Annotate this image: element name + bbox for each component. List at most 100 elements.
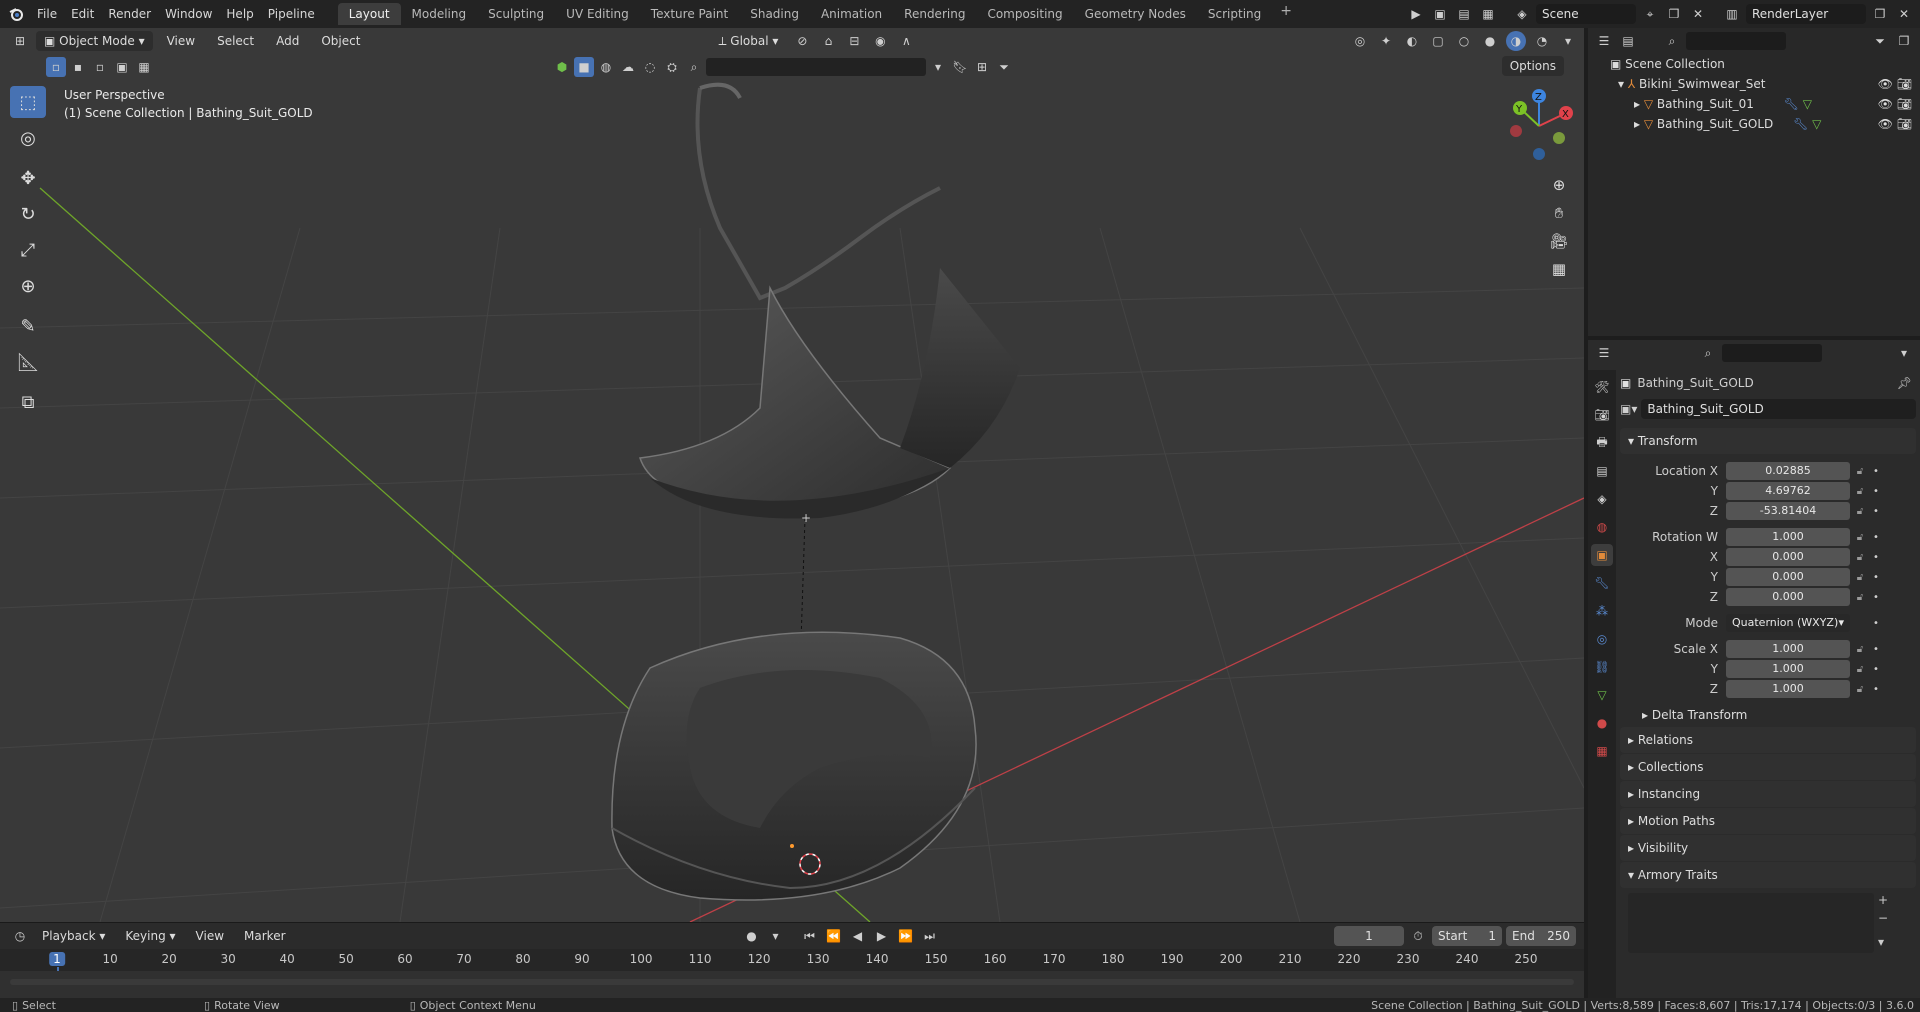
transform-tool-icon[interactable]: ⊕ xyxy=(10,270,46,302)
texture-tab-icon[interactable]: ▦ xyxy=(1591,740,1613,762)
armory-traits-panel-header[interactable]: ▾ Armory Traits xyxy=(1620,862,1916,888)
outliner-search-icon[interactable]: ⌕ xyxy=(1662,31,1682,51)
3d-viewport[interactable]: + ⊞ ▣ Object Mode ▾ View Select Add Obje… xyxy=(0,28,1584,922)
globe-icon[interactable]: ◌ xyxy=(640,57,660,77)
menu-add[interactable]: Add xyxy=(268,34,307,48)
camera-toggle-icon[interactable]: 📷︎ xyxy=(1897,77,1912,91)
collapse-arrow-icon[interactable]: ▸ xyxy=(1634,117,1644,131)
new-scene-icon[interactable]: ❐ xyxy=(1664,4,1684,24)
tab-geometry-nodes[interactable]: Geometry Nodes xyxy=(1074,3,1197,25)
tab-compositing[interactable]: Compositing xyxy=(976,3,1073,25)
tab-uv-editing[interactable]: UV Editing xyxy=(555,3,640,25)
rotation-y-field[interactable]: 0.000 xyxy=(1726,568,1850,586)
record-icon[interactable]: ● xyxy=(742,926,762,946)
data-tab-icon[interactable]: ▽ xyxy=(1591,684,1613,706)
keyframe-dot-icon[interactable]: • xyxy=(1870,486,1882,497)
play-render-icon[interactable]: ▶ xyxy=(1406,4,1426,24)
menu-render[interactable]: Render xyxy=(101,3,158,25)
cloud-icon[interactable]: ☁ xyxy=(618,57,638,77)
record-options-icon[interactable]: ▾ xyxy=(766,926,786,946)
visibility-panel-header[interactable]: ▸ Visibility xyxy=(1620,835,1916,861)
snap-icon[interactable]: ⌂ xyxy=(818,31,838,51)
tab-sculpting[interactable]: Sculpting xyxy=(477,3,555,25)
play-reverse-icon[interactable]: ◀ xyxy=(848,926,868,946)
trait-menu-icon[interactable]: ▾ xyxy=(1878,935,1888,949)
lock-icon[interactable]: 🔓︎ xyxy=(1850,532,1870,543)
timeline-editor-type-icon[interactable]: ◷ xyxy=(10,926,30,946)
world-tab-icon[interactable]: ◍ xyxy=(1591,516,1613,538)
keyframe-dot-icon[interactable]: • xyxy=(1870,684,1882,695)
relations-panel-header[interactable]: ▸ Relations xyxy=(1620,727,1916,753)
scale-tool-icon[interactable]: ⤢ xyxy=(10,234,46,266)
menu-help[interactable]: Help xyxy=(219,3,260,25)
tab-shading[interactable]: Shading xyxy=(739,3,810,25)
pin-icon[interactable]: 📌︎ xyxy=(1897,376,1912,390)
tab-texture-paint[interactable]: Texture Paint xyxy=(640,3,739,25)
rendered-shading-icon[interactable]: ◔ xyxy=(1532,31,1552,51)
tool-tab-icon[interactable]: 🛠︎ xyxy=(1591,376,1613,398)
transform-panel-header[interactable]: ▾ Transform xyxy=(1620,428,1916,454)
view-layer-field[interactable]: RenderLayer xyxy=(1746,4,1866,24)
render-image-icon[interactable]: ▣ xyxy=(1430,4,1450,24)
view-layer-tab-icon[interactable]: ▤ xyxy=(1591,460,1613,482)
menu-timeline-view[interactable]: View xyxy=(188,929,232,943)
tab-rendering[interactable]: Rendering xyxy=(893,3,976,25)
editor-type-icon[interactable]: ⊞ xyxy=(10,31,30,51)
menu-playback[interactable]: Playback ▾ xyxy=(34,929,113,943)
keyframe-dot-icon[interactable]: • xyxy=(1870,506,1882,517)
outliner-object-row[interactable]: ▸ ▽ Bathing_Suit_01 🔧︎ ▽ 👁︎ 📷︎ xyxy=(1588,94,1920,114)
zoom-icon[interactable]: ⊕ xyxy=(1544,171,1574,199)
camera-icon[interactable]: 🎥︎ xyxy=(1544,227,1574,255)
outliner-editor-type-icon[interactable]: ☰ xyxy=(1594,31,1614,51)
select-extend-icon[interactable]: ▪ xyxy=(68,57,88,77)
solid-shading-icon[interactable]: ● xyxy=(1480,31,1500,51)
visibility-icon[interactable]: ◎ xyxy=(1350,31,1370,51)
scene-name-field[interactable]: Scene xyxy=(1536,4,1636,24)
end-frame-field[interactable]: End 250 xyxy=(1506,926,1576,946)
stopwatch-icon[interactable]: ⏱ xyxy=(1408,926,1428,946)
annotate-tool-icon[interactable]: ✎ xyxy=(10,310,46,342)
eye-icon[interactable]: 👁︎ xyxy=(1878,77,1893,91)
select-box-tool-icon[interactable]: ⬚ xyxy=(10,86,46,118)
camera-toggle-icon[interactable]: 📷︎ xyxy=(1897,117,1912,131)
delete-layer-icon[interactable]: ✕ xyxy=(1894,4,1914,24)
outliner-object-row-active[interactable]: ▸ ▽ Bathing_Suit_GOLD 🔧︎ ▽ 👁︎ 📷︎ xyxy=(1588,114,1920,134)
lock-icon[interactable]: 🔓︎ xyxy=(1850,552,1870,563)
location-z-field[interactable]: -53.81404 xyxy=(1726,502,1850,520)
object-name-field[interactable]: Bathing_Suit_GOLD xyxy=(1641,399,1916,419)
menu-file[interactable]: File xyxy=(30,3,64,25)
blender-logo-icon[interactable] xyxy=(6,4,26,24)
keyframe-dot-icon[interactable]: • xyxy=(1870,552,1882,563)
bookmark-icon[interactable]: 🔖︎ xyxy=(950,57,970,77)
sphere-icon[interactable]: ◍ xyxy=(596,57,616,77)
keyframe-dot-icon[interactable]: • xyxy=(1870,618,1882,629)
search-dropdown-icon[interactable]: ▾ xyxy=(928,57,948,77)
eye-icon[interactable]: 👁︎ xyxy=(1878,117,1893,131)
scale-y-field[interactable]: 1.000 xyxy=(1726,660,1850,678)
delete-scene-icon[interactable]: ✕ xyxy=(1688,4,1708,24)
particles-tab-icon[interactable]: ⁂ xyxy=(1591,600,1613,622)
layout-icon[interactable]: ⊞ xyxy=(972,57,992,77)
add-trait-icon[interactable]: + xyxy=(1878,893,1888,907)
remove-trait-icon[interactable]: − xyxy=(1878,911,1888,925)
jump-start-icon[interactable]: ⏮ xyxy=(800,926,820,946)
outliner-search-input[interactable] xyxy=(1686,32,1786,50)
filter-icon[interactable]: ⏷ xyxy=(994,57,1014,77)
new-collection-icon[interactable]: ❐ xyxy=(1894,31,1914,51)
viewport-search-input[interactable] xyxy=(706,58,926,76)
next-keyframe-icon[interactable]: ⏩ xyxy=(896,926,916,946)
lock-icon[interactable]: 🔓︎ xyxy=(1850,644,1870,655)
output-tab-icon[interactable]: 🖶︎ xyxy=(1591,432,1613,454)
mode-dropdown[interactable]: ▣ Object Mode ▾ xyxy=(36,31,153,51)
play-icon[interactable]: ▶ xyxy=(872,926,892,946)
outliner-collection-row[interactable]: ▾ ⅄ Bikini_Swimwear_Set 👁︎ 📷︎ xyxy=(1588,74,1920,94)
shading-options-icon[interactable]: ▾ xyxy=(1558,31,1578,51)
select-invert-icon[interactable]: ▣ xyxy=(112,57,132,77)
keyframe-dot-icon[interactable]: • xyxy=(1870,592,1882,603)
light-icon[interactable]: ⛭ xyxy=(662,57,682,77)
current-frame-field[interactable]: 1 xyxy=(1334,926,1404,946)
frame-ruler[interactable]: 1 10 20 30 40 50 60 70 80 90 100 110 120 130 140 150 160… xyxy=(0,949,1584,997)
properties-search-input[interactable] xyxy=(1722,344,1822,362)
expand-arrow-icon[interactable]: ▾ xyxy=(1618,77,1628,91)
jump-end-icon[interactable]: ⏭ xyxy=(920,926,940,946)
